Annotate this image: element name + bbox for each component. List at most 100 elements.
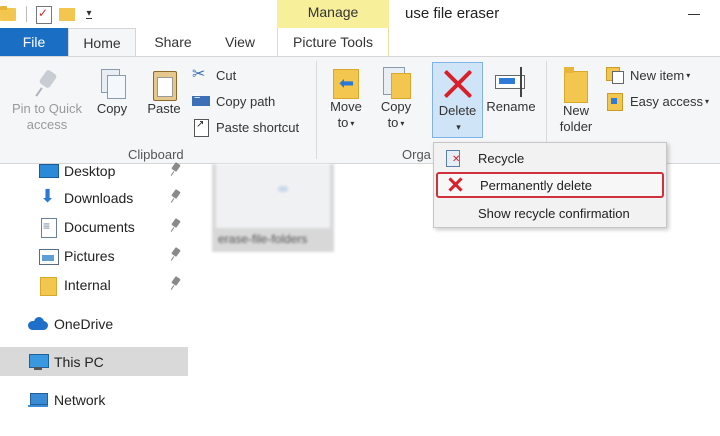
nav-item-downloads[interactable]: Downloads: [0, 183, 188, 212]
menu-item-label: Show recycle confirmation: [478, 205, 630, 221]
toolbar-divider: [26, 6, 27, 22]
pin-icon[interactable]: [172, 248, 180, 262]
delete-label: Delete: [438, 103, 477, 118]
chevron-down-icon: ▾: [704, 96, 709, 106]
move-to-label-line1: Move: [330, 99, 362, 114]
this-pc-icon: [28, 353, 49, 371]
copy-to-label-line1: Copy: [380, 99, 412, 114]
nav-label: Desktop: [64, 162, 116, 179]
paste-label: Paste: [147, 101, 181, 116]
copy-path-icon: [192, 90, 210, 109]
nav-label: Downloads: [64, 189, 134, 206]
new-item-button[interactable]: New item ▾: [606, 65, 690, 85]
paste-button[interactable]: Paste: [144, 67, 184, 117]
copy-path-label: Copy path: [216, 93, 276, 109]
group-divider: [316, 61, 317, 159]
easy-access-button[interactable]: Easy access ▾: [606, 91, 709, 111]
manage-context-tab: Manage: [277, 0, 389, 28]
window-title: use file eraser: [405, 5, 500, 22]
move-to-button[interactable]: Move to▾: [324, 65, 368, 132]
new-item-label: New item: [630, 67, 685, 83]
move-to-icon: [331, 65, 361, 99]
recycle-bin-icon: [444, 149, 462, 167]
paste-icon: [149, 67, 179, 101]
network-icon: [28, 391, 48, 409]
copy-to-button[interactable]: Copy to ▾: [376, 65, 416, 132]
copy-path-button[interactable]: Copy path: [192, 90, 276, 111]
nav-item-network[interactable]: Network: [0, 385, 188, 414]
navigation-pane: Desktop Downloads Documents Pictures Int…: [0, 163, 188, 436]
onedrive-icon: [28, 315, 48, 333]
desktop-icon: [38, 162, 59, 180]
tab-home[interactable]: Home: [68, 28, 136, 57]
cut-label: Cut: [216, 67, 237, 83]
file-item[interactable]: erase-file-folders: [212, 164, 334, 252]
pin-icon[interactable]: [172, 163, 180, 177]
nav-item-onedrive[interactable]: OneDrive: [0, 309, 188, 338]
nav-label: Network: [54, 391, 106, 408]
quick-access-toolbar: ▾: [0, 4, 101, 24]
chevron-down-icon: ▾: [350, 118, 355, 128]
scissors-icon: [192, 64, 210, 84]
file-name: erase-file-folders: [218, 232, 308, 246]
new-item-icon: [606, 67, 624, 84]
menu-item-recycle[interactable]: Recycle: [436, 145, 664, 171]
cut-button[interactable]: Cut: [192, 64, 237, 85]
pin-icon[interactable]: [172, 219, 180, 233]
tab-view[interactable]: View: [208, 28, 272, 56]
pin-label-line2: access: [26, 117, 68, 132]
new-folder-label-line2: folder: [559, 119, 593, 134]
copy-button[interactable]: Copy: [92, 67, 132, 117]
easy-access-label: Easy access: [630, 93, 703, 109]
new-folder-icon: [561, 65, 591, 103]
paste-shortcut-icon: [192, 119, 210, 137]
downloads-icon: [38, 186, 58, 207]
delete-dropdown-menu: Recycle Permanently delete Show recycle …: [433, 142, 667, 228]
pin-icon[interactable]: [172, 277, 180, 291]
new-folder-icon[interactable]: [59, 4, 77, 24]
nav-item-documents[interactable]: Documents: [0, 212, 188, 241]
nav-item-pictures[interactable]: Pictures: [0, 241, 188, 270]
chevron-down-icon: ▾: [400, 118, 405, 128]
new-folder-label-line1: New: [562, 103, 589, 118]
ribbon-tabs: File Home Share View Picture Tools: [0, 28, 720, 57]
paste-shortcut-button[interactable]: Paste shortcut: [192, 117, 299, 137]
tab-picture-tools[interactable]: Picture Tools: [277, 28, 389, 56]
new-folder-button[interactable]: New folder: [552, 65, 600, 135]
rename-label: Rename: [486, 99, 536, 114]
nav-label: This PC: [54, 353, 104, 370]
nav-item-internal[interactable]: Internal: [0, 270, 188, 299]
nav-item-desktop[interactable]: Desktop: [0, 156, 188, 185]
organize-group-label: Orga: [402, 147, 431, 162]
rename-icon: [493, 65, 529, 99]
tab-share[interactable]: Share: [143, 28, 203, 56]
nav-label: Internal: [64, 276, 111, 293]
nav-label: Documents: [64, 218, 135, 235]
nav-item-this-pc[interactable]: This PC: [0, 347, 188, 376]
pictures-icon: [38, 247, 59, 265]
folder-icon: [0, 4, 18, 24]
customize-toolbar-dropdown-icon[interactable]: ▾: [83, 4, 95, 24]
nav-label: Pictures: [64, 247, 115, 264]
rename-button[interactable]: Rename: [484, 65, 538, 115]
file-thumbnail: [216, 164, 330, 228]
tab-file[interactable]: File: [0, 28, 68, 56]
pin-to-quick-access-button[interactable]: Pin to Quick access: [4, 67, 90, 133]
delete-x-icon: [440, 65, 476, 103]
properties-icon[interactable]: [35, 4, 53, 24]
delete-button[interactable]: Delete ▾: [432, 62, 483, 138]
menu-item-show-recycle-confirmation[interactable]: Show recycle confirmation: [436, 200, 664, 226]
pin-icon[interactable]: [172, 190, 180, 204]
copy-icon: [97, 67, 127, 101]
menu-item-permanently-delete[interactable]: Permanently delete: [436, 172, 664, 198]
menu-item-label: Permanently delete: [480, 177, 593, 193]
copy-to-icon: [381, 65, 411, 99]
chevron-down-icon[interactable]: ▾: [435, 119, 482, 135]
move-to-label-line2: to: [337, 115, 349, 130]
copy-to-label-line2: to: [387, 115, 399, 130]
paste-shortcut-label: Paste shortcut: [216, 119, 300, 135]
pin-label-line1: Pin to Quick: [11, 101, 83, 116]
nav-label: OneDrive: [54, 315, 114, 332]
easy-access-icon: [606, 93, 624, 111]
minimize-icon[interactable]: [688, 6, 700, 18]
